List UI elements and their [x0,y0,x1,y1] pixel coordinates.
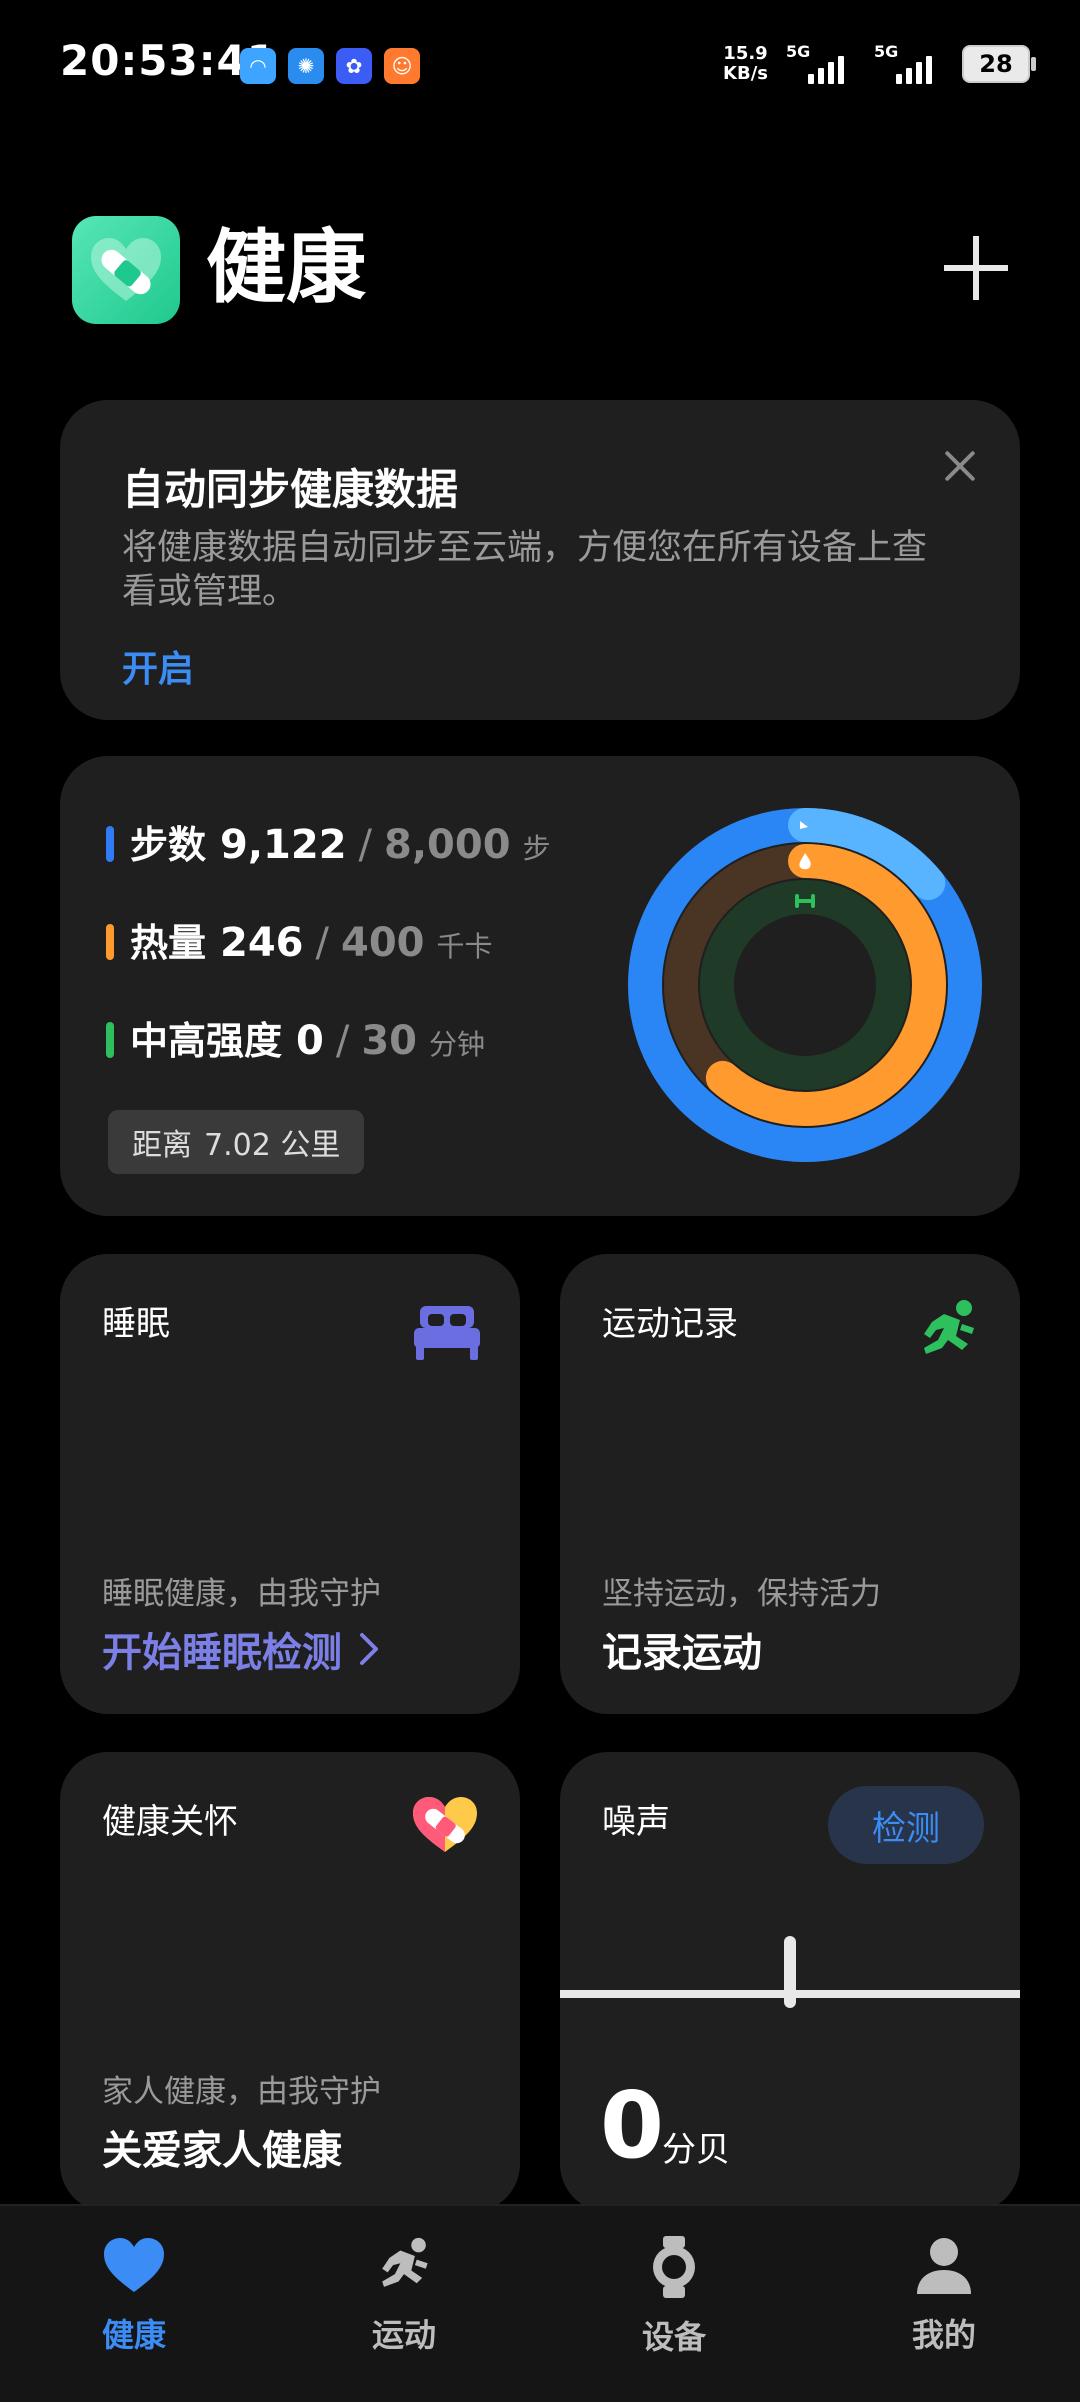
close-icon[interactable] [942,448,978,484]
sleep-card-subtitle: 睡眠健康，由我守护 [102,1576,381,1612]
signal-icon: 5G [786,42,856,84]
health-app-logo-icon [72,216,180,324]
health-care-card[interactable]: 健康关怀 家人健康，由我守护 关爱家人健康 [60,1752,520,2212]
enable-sync-link[interactable]: 开启 [122,640,194,692]
intensity-metric: 中高强度 0 / 30 分钟 [106,1010,485,1070]
sync-card-description: 将健康数据自动同步至云端，方便您在所有设备上查看或管理。 [122,528,928,612]
distance-chip: 距离 7.02 公里 [108,1110,365,1174]
exercise-record-card[interactable]: 运动记录 坚持运动，保持活力 记录运动 [560,1254,1020,1714]
start-sleep-detection-link[interactable]: 开始睡眠检测 [102,1620,380,1678]
battery-icon: 28 [962,45,1036,83]
care-family-link[interactable]: 关爱家人健康 [102,2118,342,2176]
record-exercise-link[interactable]: 记录运动 [602,1620,762,1678]
nav-item-devices[interactable]: 设备 [594,2236,754,2358]
person-icon [917,2238,971,2294]
app-notification-icon: ✿ [336,48,372,84]
app-notification-icon: ◠ [240,48,276,84]
nav-item-me[interactable]: 我的 [864,2236,1024,2356]
watch-icon [653,2236,695,2298]
care-card-subtitle: 家人健康，由我守护 [102,2074,381,2110]
sync-card-title: 自动同步健康数据 [122,465,459,514]
noise-level-indicator [784,1936,796,2008]
activity-summary-card[interactable]: 步数 9,122 / 8,000 步 热量 246 / 400 千卡 中高强度 … [60,756,1020,1216]
status-bar: 20:53:41 ◠ ✺ ✿ ☺ 15.9 KB/s 5G 5G 28 [0,0,1080,130]
noise-card[interactable]: 噪声 检测 0 分贝 [560,1752,1020,2212]
sleep-card-title: 睡眠 [102,1304,170,1344]
sleep-card[interactable]: 睡眠 睡眠健康，由我守护 开始睡眠检测 [60,1254,520,1714]
bottom-navigation: 健康 运动 设备 我的 [0,2204,1080,2402]
app-notification-icon: ✺ [288,48,324,84]
sync-card: 自动同步健康数据 将健康数据自动同步至云端，方便您在所有设备上查看或管理。 开启 [60,400,1020,720]
exercise-card-subtitle: 坚持运动，保持活力 [602,1576,881,1612]
app-notification-icon: ☺ [384,48,420,84]
heart-icon [104,2238,164,2292]
care-heart-icon [413,1797,477,1852]
nav-item-health[interactable]: 健康 [54,2236,214,2356]
noise-card-title: 噪声 [602,1802,670,1842]
status-right: 15.9 KB/s 5G 5G 28 [723,42,1036,84]
signal-icon: 5G [874,42,944,84]
net-speed: 15.9 KB/s [723,43,768,84]
intensity-color-bar [106,1022,114,1058]
calories-color-bar [106,924,114,960]
page-title: 健康 [206,221,366,314]
chevron-right-icon [360,1633,378,1665]
notification-icons: ◠ ✺ ✿ ☺ [240,48,420,84]
calories-metric: 热量 246 / 400 千卡 [106,912,493,972]
running-icon [382,2237,428,2287]
intensity-ring-track [700,880,910,1090]
exercise-card-title: 运动记录 [602,1304,738,1344]
bed-icon [414,1306,480,1360]
activity-rings [628,808,982,1162]
noise-unit: 分贝 [662,2130,730,2170]
steps-metric: 步数 9,122 / 8,000 步 [106,814,551,874]
nav-item-exercise[interactable]: 运动 [324,2236,484,2356]
steps-color-bar [106,826,114,862]
noise-detect-button[interactable]: 检测 [828,1786,984,1864]
running-icon [924,1300,974,1354]
noise-value: 0 [600,2072,665,2179]
add-button[interactable] [944,236,1008,300]
care-card-title: 健康关怀 [102,1802,238,1842]
